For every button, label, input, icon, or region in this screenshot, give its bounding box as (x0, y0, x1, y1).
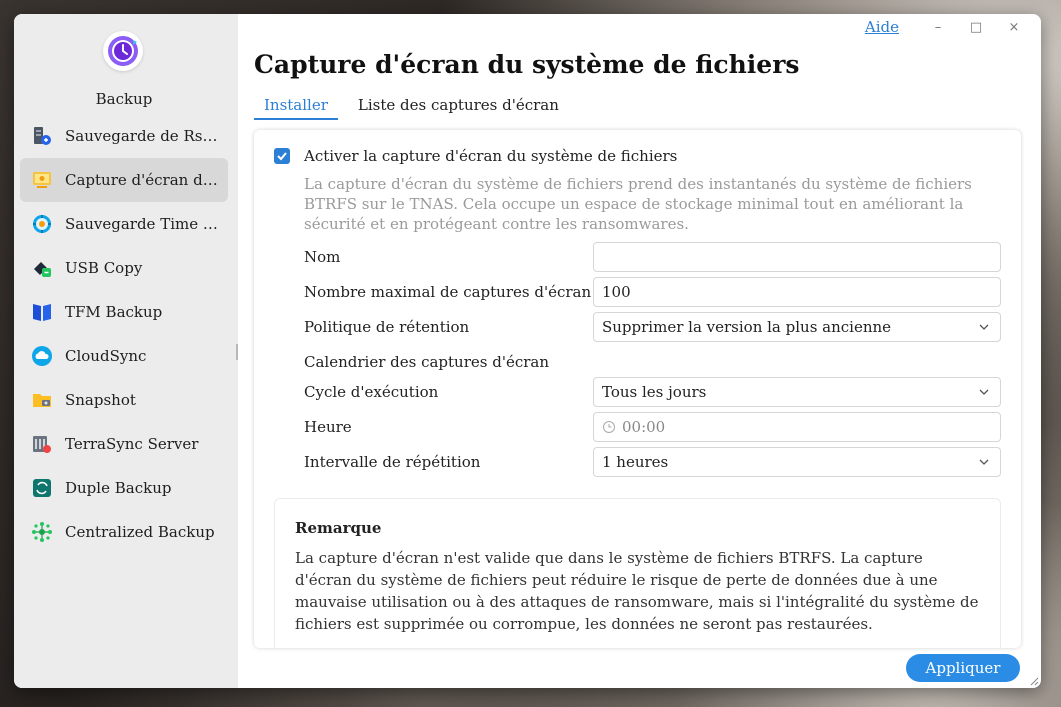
sidebar-item-label: Sauvegarde Time Machine (65, 215, 223, 233)
tab-snapshot-list[interactable]: Liste des captures d'écran (358, 96, 569, 120)
tab-bar: Installer Liste des captures d'écran (254, 96, 589, 120)
sidebar-item-time-machine[interactable]: Sauvegarde Time Machine (20, 202, 228, 246)
sidebar-item-terrasync-server[interactable]: TerraSync Server (20, 422, 228, 466)
centralized-backup-icon (31, 521, 53, 543)
note-box: Remarque La capture d'écran n'est valide… (274, 498, 1001, 648)
note-text: La capture d'écran n'est valide que dans… (295, 549, 979, 633)
cycle-label: Cycle d'exécution (304, 383, 439, 401)
sidebar-item-cloudsync[interactable]: CloudSync (20, 334, 228, 378)
sidebar-resize-handle[interactable] (236, 344, 238, 360)
time-machine-icon (31, 213, 53, 235)
chevron-down-icon (979, 389, 989, 395)
usb-copy-icon (31, 257, 53, 279)
sidebar-item-label: Centralized Backup (65, 523, 215, 541)
interval-label: Intervalle de répétition (304, 453, 481, 471)
time-row: Heure 00:00 (304, 412, 1001, 442)
minimize-button[interactable]: – (919, 20, 957, 35)
retention-select[interactable]: Supprimer la version la plus ancienne (593, 312, 1001, 342)
sidebar-item-label: Snapshot (65, 391, 136, 409)
window-controls: Aide – □ × (865, 17, 1033, 37)
terrasync-icon (31, 433, 53, 455)
maximize-button[interactable]: □ (957, 20, 995, 35)
sidebar-item-label: CloudSync (65, 347, 147, 365)
rsync-icon (31, 125, 53, 147)
enable-snapshot-checkbox[interactable] (274, 148, 290, 164)
time-picker[interactable]: 00:00 (593, 412, 1001, 442)
sidebar-item-tfm-backup[interactable]: TFM Backup (20, 290, 228, 334)
interval-select[interactable]: 1 heures (593, 447, 1001, 477)
interval-row: Intervalle de répétition 1 heures (304, 447, 1001, 477)
max-snapshots-value: 100 (602, 283, 631, 301)
sidebar-item-label: TFM Backup (65, 303, 163, 321)
sidebar-item-filesystem-snapshot[interactable]: Capture d'écran du système de fichiers (20, 158, 228, 202)
enable-snapshot-row: Activer la capture d'écran du système de… (274, 147, 677, 165)
tfm-book-icon (31, 301, 53, 323)
sidebar-item-snapshot[interactable]: Snapshot (20, 378, 228, 422)
sidebar-item-usb-copy[interactable]: USB Copy (20, 246, 228, 290)
schedule-heading-row: Calendrier des captures d'écran (304, 347, 1001, 377)
max-snapshots-row: Nombre maximal de captures d'écran 100 (304, 277, 1001, 307)
cycle-select[interactable]: Tous les jours (593, 377, 1001, 407)
max-snapshots-label: Nombre maximal de captures d'écran (304, 283, 592, 301)
schedule-heading: Calendrier des captures d'écran (304, 353, 550, 371)
sidebar-item-rsync[interactable]: Sauvegarde de Rsync (20, 114, 228, 158)
sidebar-item-label: Capture d'écran du système de fichiers (65, 171, 223, 189)
chevron-down-icon (979, 459, 989, 465)
max-snapshots-input[interactable]: 100 (593, 277, 1001, 307)
sidebar-item-label: Sauvegarde de Rsync (65, 127, 223, 145)
time-label: Heure (304, 418, 352, 436)
apply-button[interactable]: Appliquer (906, 654, 1020, 682)
clock-icon (603, 421, 615, 433)
name-row: Nom (304, 242, 1001, 272)
retention-row: Politique de rétention Supprimer la vers… (304, 312, 1001, 342)
resize-grip-icon[interactable] (1029, 676, 1039, 686)
time-value: 00:00 (622, 418, 666, 436)
close-button[interactable]: × (995, 20, 1033, 35)
sidebar-item-duple-backup[interactable]: Duple Backup (20, 466, 228, 510)
cloudsync-icon (31, 345, 53, 367)
sidebar-item-centralized-backup[interactable]: Centralized Backup (20, 510, 228, 554)
cycle-row: Cycle d'exécution Tous les jours (304, 377, 1001, 407)
sidebar-item-label: TerraSync Server (65, 435, 199, 453)
name-input[interactable] (593, 242, 1001, 272)
tab-installer[interactable]: Installer (254, 96, 338, 120)
sidebar-item-label: USB Copy (65, 259, 143, 277)
app-name: Backup (95, 90, 153, 108)
chevron-down-icon (979, 324, 989, 330)
sidebar: Backup Sauvegarde de Rsync Capture d'écr… (14, 14, 238, 688)
cycle-value: Tous les jours (602, 383, 707, 401)
sidebar-item-label: Duple Backup (65, 479, 172, 497)
backup-app-window: Backup Sauvegarde de Rsync Capture d'écr… (14, 14, 1041, 688)
help-link[interactable]: Aide (865, 18, 899, 36)
enable-snapshot-label: Activer la capture d'écran du système de… (304, 147, 678, 165)
note-title: Remarque (295, 519, 382, 537)
feature-description: La capture d'écran du système de fichier… (304, 175, 972, 233)
settings-panel: Activer la capture d'écran du système de… (254, 130, 1021, 648)
folder-camera-icon (31, 389, 53, 411)
duple-backup-icon (31, 477, 53, 499)
retention-label: Politique de rétention (304, 318, 470, 336)
checkmark-icon (277, 152, 287, 161)
backup-app-logo-icon (103, 31, 143, 71)
interval-value: 1 heures (602, 453, 669, 471)
retention-value: Supprimer la version la plus ancienne (602, 318, 892, 336)
page-title: Capture d'écran du système de fichiers (254, 50, 800, 79)
snapshot-screen-icon (31, 169, 53, 191)
name-label: Nom (304, 248, 341, 266)
